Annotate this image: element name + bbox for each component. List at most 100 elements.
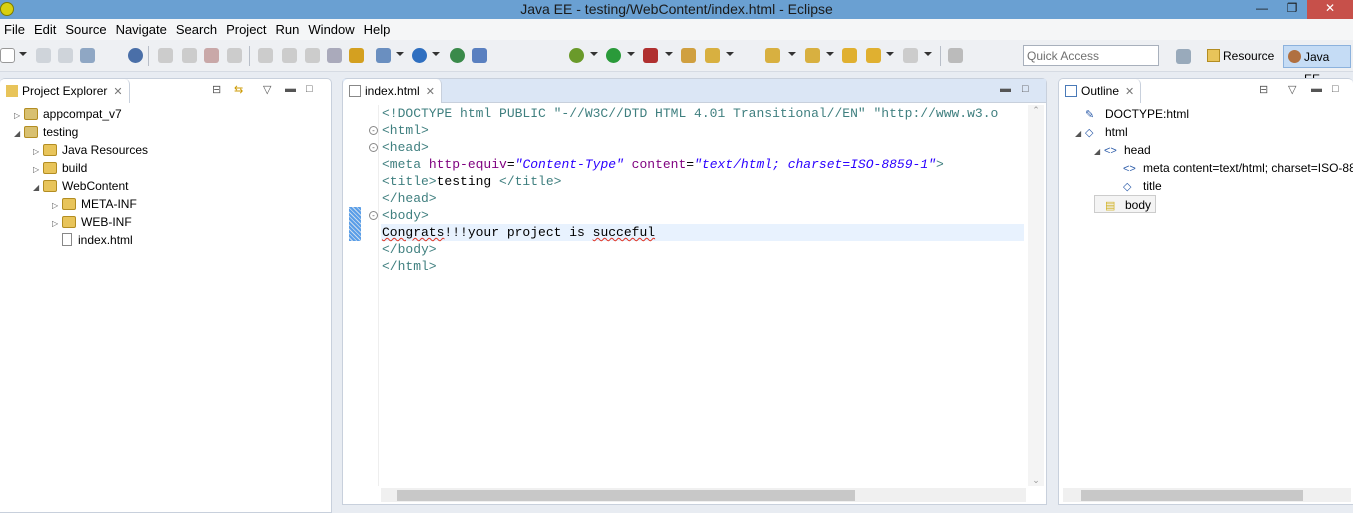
folder-icon xyxy=(1207,49,1220,62)
minimize-view-icon[interactable]: ▬ xyxy=(1000,83,1011,95)
code-line: </html> xyxy=(382,259,437,274)
open-web-browser-icon[interactable] xyxy=(450,48,465,63)
vertical-scrollbar[interactable]: ⌃ ⌄ xyxy=(1028,105,1044,486)
previous-annotation-icon[interactable] xyxy=(805,48,820,63)
tree-item[interactable]: ▷ build xyxy=(33,159,87,177)
forward-icon[interactable] xyxy=(903,48,918,63)
link-with-editor-icon[interactable]: ⇆ xyxy=(234,83,243,96)
close-button[interactable]: ✕ xyxy=(1307,0,1353,19)
fold-html-icon[interactable]: - xyxy=(369,126,378,135)
tab-index-html[interactable]: index.html ✕ xyxy=(343,79,442,103)
tree-item[interactable]: index.html xyxy=(52,231,133,249)
save-all-icon[interactable] xyxy=(58,48,73,63)
tree-item[interactable]: ▷ appcompat_v7 xyxy=(14,105,122,123)
open-type-icon[interactable] xyxy=(681,48,696,63)
tree-item[interactable]: ▷ WEB-INF xyxy=(52,213,132,231)
test-tool-icon[interactable] xyxy=(472,48,487,63)
drop-to-frame-icon[interactable] xyxy=(327,48,342,63)
code-line-current: Congrats!!!your project is succeful xyxy=(381,224,1024,241)
menu-file[interactable]: File xyxy=(0,22,30,37)
expanded-arrow-icon[interactable]: ◢ xyxy=(1075,125,1085,143)
fold-head-icon[interactable]: - xyxy=(369,143,378,152)
menu-help[interactable]: Help xyxy=(360,22,396,37)
outline-item[interactable]: ◢ ◇ html xyxy=(1075,123,1128,141)
outline-item[interactable]: <> meta content=text/html; charset=ISO-88… xyxy=(1113,159,1353,177)
code-line: <body> xyxy=(382,208,429,223)
print-icon[interactable] xyxy=(80,48,95,63)
maximize-view-icon[interactable]: □ xyxy=(1022,83,1029,95)
code-line: <head> xyxy=(382,140,429,155)
next-annotation-icon[interactable] xyxy=(765,48,780,63)
tree-item[interactable]: ▷ Java Resources xyxy=(33,141,148,159)
menu-navigate[interactable]: Navigate xyxy=(112,22,172,37)
outline-item-label: meta content=text/html; charset=ISO-8859… xyxy=(1143,161,1353,175)
expanded-arrow-icon[interactable]: ◢ xyxy=(1094,143,1104,161)
skip-breakpoints-icon[interactable] xyxy=(128,48,143,63)
scroll-thumb[interactable] xyxy=(1081,490,1303,501)
tree-item[interactable]: ▷ META-INF xyxy=(52,195,137,213)
outline-item[interactable]: ◇ title xyxy=(1113,177,1162,195)
view-menu-icon[interactable]: ▽ xyxy=(263,83,271,96)
html-file-icon xyxy=(349,85,361,97)
menu-window[interactable]: Window xyxy=(304,22,359,37)
restore-button[interactable]: ❐ xyxy=(1277,0,1307,19)
title-bar: Java EE - testing/WebContent/index.html … xyxy=(0,0,1353,19)
pin-editor-icon[interactable] xyxy=(948,48,963,63)
close-tab-icon[interactable]: ✕ xyxy=(113,86,122,98)
back-icon[interactable] xyxy=(866,48,881,63)
menu-search[interactable]: Search xyxy=(172,22,222,37)
close-tab-icon[interactable]: ✕ xyxy=(426,86,435,98)
tab-project-explorer[interactable]: Project Explorer ✕ xyxy=(0,79,130,103)
expanded-arrow-icon[interactable]: ◢ xyxy=(14,125,24,143)
perspective-resource[interactable]: Resource xyxy=(1203,45,1278,68)
open-perspective-icon[interactable] xyxy=(1176,49,1191,64)
save-icon[interactable] xyxy=(36,48,51,63)
run-icon[interactable] xyxy=(606,48,621,63)
outline-item-label: head xyxy=(1124,143,1151,157)
outline-item[interactable]: ▤ body xyxy=(1094,195,1157,213)
suspend-icon[interactable] xyxy=(182,48,197,63)
search-tool-icon[interactable] xyxy=(705,48,720,63)
debug-icon[interactable] xyxy=(569,48,584,63)
outline-item-label: html xyxy=(1105,125,1128,139)
tree-item[interactable]: ◢ WebContent xyxy=(33,177,129,195)
title-element-icon: ◇ xyxy=(1123,181,1132,193)
change-marker xyxy=(349,207,361,241)
minimize-button[interactable]: — xyxy=(1247,0,1277,19)
perspective-java-ee[interactable]: Java EE xyxy=(1283,45,1351,86)
step-over-icon[interactable] xyxy=(282,48,297,63)
step-return-icon[interactable] xyxy=(305,48,320,63)
resume-icon[interactable] xyxy=(158,48,173,63)
minimize-view-icon[interactable]: ▬ xyxy=(285,83,296,95)
menu-source[interactable]: Source xyxy=(61,22,111,37)
terminate-icon[interactable] xyxy=(204,48,219,63)
new-icon[interactable] xyxy=(0,48,15,63)
run-external-tools-icon[interactable] xyxy=(643,48,658,63)
menu-run[interactable]: Run xyxy=(272,22,305,37)
tree-item-label: build xyxy=(62,161,88,175)
horizontal-scrollbar[interactable] xyxy=(381,488,1026,502)
use-step-filters-icon[interactable] xyxy=(349,48,364,63)
last-edit-location-icon[interactable] xyxy=(842,48,857,63)
step-into-icon[interactable] xyxy=(258,48,273,63)
collapse-all-icon[interactable]: ⊟ xyxy=(212,83,221,96)
code-line: <title>testing </title> xyxy=(382,174,562,189)
horizontal-scrollbar[interactable] xyxy=(1063,488,1351,502)
outline-panel: Outline ✕ ⊟ ▽ ▬ □ ✎ DOCTYPE:html ◢ ◇ html ◢ <> h… xyxy=(1058,78,1353,505)
tree-item[interactable]: ◢ testing xyxy=(14,123,78,141)
menu-project[interactable]: Project xyxy=(222,22,271,37)
editor-ruler: - - - xyxy=(343,105,379,486)
code-area[interactable]: <!DOCTYPE html PUBLIC "-//W3C//DTD HTML … xyxy=(381,105,1024,275)
new-server-icon[interactable] xyxy=(376,48,391,63)
menu-edit[interactable]: Edit xyxy=(30,22,61,37)
maximize-view-icon[interactable]: □ xyxy=(306,83,313,95)
new-web-service-icon[interactable] xyxy=(412,48,427,63)
outline-item[interactable]: ✎ DOCTYPE:html xyxy=(1075,105,1189,123)
fold-body-icon[interactable]: - xyxy=(369,211,378,220)
doctype-icon: ✎ xyxy=(1085,109,1095,121)
expanded-arrow-icon[interactable]: ◢ xyxy=(33,179,43,197)
disconnect-icon[interactable] xyxy=(227,48,242,63)
quick-access-input[interactable]: Quick Access xyxy=(1023,45,1159,66)
outline-item[interactable]: ◢ <> head xyxy=(1094,141,1151,159)
scroll-thumb[interactable] xyxy=(397,490,855,501)
